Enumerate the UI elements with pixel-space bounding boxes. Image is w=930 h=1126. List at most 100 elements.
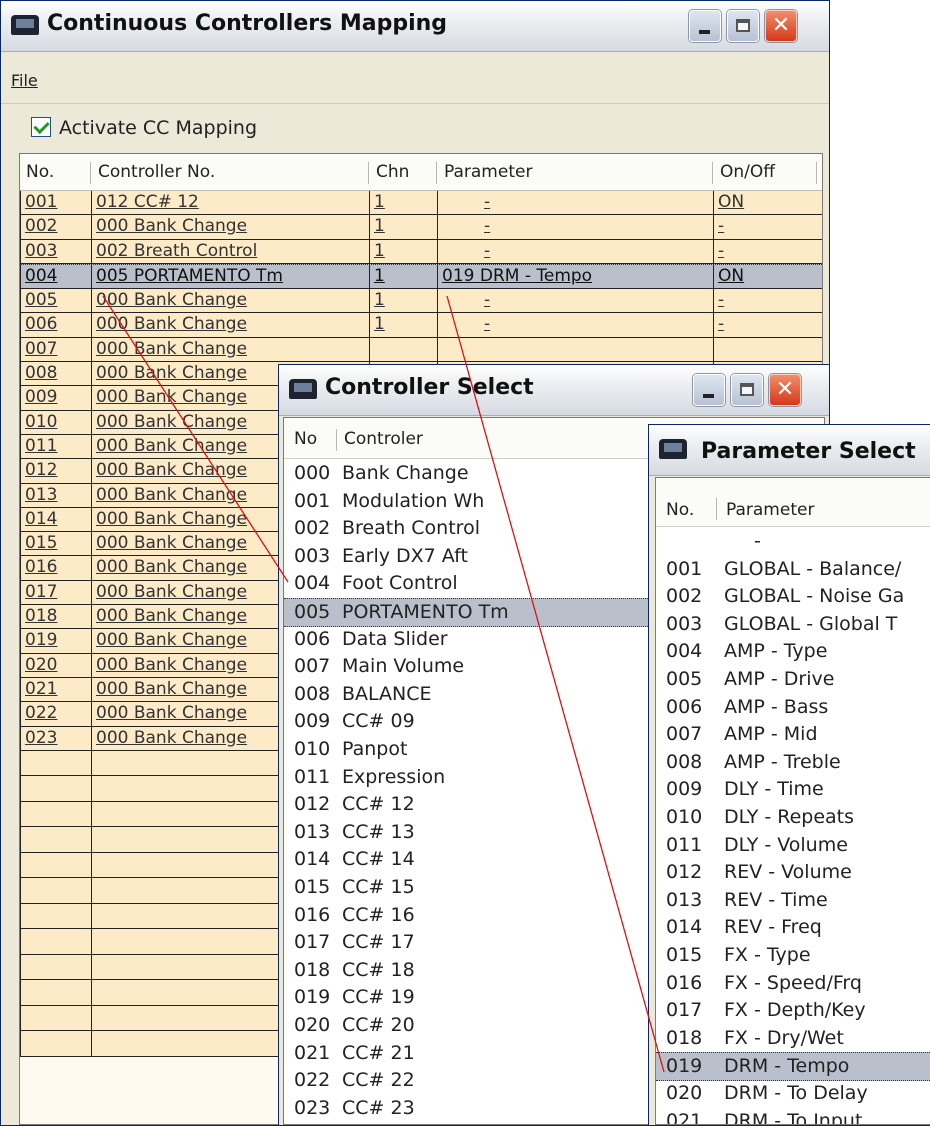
cell-no[interactable]: 020 (20, 653, 91, 677)
parameter-item[interactable]: 019 DRM - Tempo (656, 1052, 930, 1082)
parameter-item[interactable]: 003 GLOBAL - Global T (656, 611, 930, 638)
parameter-item[interactable]: 013 REV - Time (656, 887, 930, 914)
cell-no[interactable]: 005 (20, 289, 91, 313)
col-header-chn[interactable]: Chn (376, 162, 409, 182)
cell-no[interactable]: 011 (20, 434, 91, 459)
cc-mapping-titlebar[interactable]: Continuous Controllers Mapping ✕ (1, 1, 829, 52)
parameter-item[interactable]: 020 DRM - To Delay (656, 1080, 930, 1107)
parameter-item[interactable]: 011 DLY - Volume (656, 832, 930, 859)
cell-chn[interactable]: 1 (369, 264, 437, 289)
maximize-button[interactable] (731, 374, 763, 406)
parameter-item[interactable]: 014 REV - Freq (656, 914, 930, 941)
cell-no[interactable]: 007 (20, 337, 91, 362)
cell-no[interactable]: 017 (20, 580, 91, 605)
cell-chn[interactable]: 1 (369, 313, 437, 337)
parameter-item[interactable]: 016 FX - Speed/Frq (656, 970, 930, 997)
cell-parameter[interactable]: 019 DRM - Tempo (437, 264, 713, 289)
parameter-item[interactable]: - (656, 528, 930, 555)
cell-no[interactable]: 018 (20, 605, 91, 629)
parameter-item[interactable]: 015 FX - Type (656, 942, 930, 969)
col-header-no[interactable]: No. (26, 162, 54, 182)
cell-no[interactable]: 016 (20, 556, 91, 580)
table-row[interactable]: 004 005 PORTAMENTO Tm 1 019 DRM - Tempo ON (20, 263, 822, 290)
parameter-list[interactable]: No. Parameter - 001 GLOBAL - Balance/002 GL… (655, 477, 930, 1125)
cell-parameter[interactable]: - (437, 313, 713, 337)
cell-no[interactable]: 012 (20, 459, 91, 483)
cell-onoff[interactable]: - (713, 313, 817, 337)
parameter-item[interactable]: 006 AMP - Bass (656, 694, 930, 721)
minimize-button[interactable] (689, 10, 721, 42)
cell-chn[interactable]: 1 (369, 215, 437, 239)
cell-no[interactable]: 001 (20, 191, 91, 215)
cell-parameter[interactable]: - (437, 239, 713, 263)
col-header-controller[interactable]: Controller No. (98, 162, 215, 182)
close-button[interactable]: ✕ (765, 10, 797, 42)
cell-no[interactable]: 003 (20, 239, 91, 263)
table-row[interactable]: 003 002 Breath Control 1- - (20, 239, 822, 264)
parameter-item[interactable]: 010 DLY - Repeats (656, 804, 930, 831)
cell-controller[interactable]: 000 Bank Change (91, 289, 369, 313)
cell-parameter[interactable]: - (437, 289, 713, 313)
cell-controller[interactable]: 005 PORTAMENTO Tm (91, 264, 369, 289)
table-row[interactable]: 006 000 Bank Change 1- - (20, 313, 822, 338)
table-row[interactable]: 007 000 Bank Change (20, 337, 822, 363)
controller-select-titlebar[interactable]: Controller Select ✕ (279, 365, 829, 416)
cell-parameter[interactable]: - (437, 215, 713, 239)
cell-parameter[interactable] (437, 337, 713, 362)
cell-no[interactable]: 022 (20, 702, 91, 726)
cell-no[interactable]: 014 (20, 507, 91, 532)
parameter-item[interactable]: 018 FX - Dry/Wet (656, 1025, 930, 1052)
cell-no[interactable]: 015 (20, 532, 91, 556)
parameter-item[interactable]: 002 GLOBAL - Noise Ga (656, 583, 930, 610)
activate-cc-checkbox[interactable] (31, 117, 51, 137)
parameter-item[interactable]: 008 AMP - Treble (656, 749, 930, 776)
col-header-parameter[interactable]: Parameter (444, 162, 532, 182)
cell-controller[interactable]: 002 Breath Control (91, 239, 369, 263)
parameter-item[interactable]: 001 GLOBAL - Balance/ (656, 556, 930, 583)
table-row[interactable]: 002 000 Bank Change 1- - (20, 215, 822, 240)
cell-no[interactable]: 021 (20, 677, 91, 702)
cell-onoff[interactable] (713, 337, 817, 362)
table-row[interactable]: 005 000 Bank Change 1- - (20, 289, 822, 314)
cell-no[interactable]: 009 (20, 386, 91, 410)
activate-cc-label[interactable]: Activate CC Mapping (59, 117, 257, 139)
cell-no[interactable]: 010 (20, 410, 91, 434)
parameter-item[interactable]: 017 FX - Depth/Key (656, 997, 930, 1024)
cell-onoff[interactable]: ON (713, 191, 817, 215)
cell-no[interactable]: 002 (20, 215, 91, 239)
col-header-no[interactable]: No. (666, 500, 694, 520)
cell-no[interactable]: 008 (20, 362, 91, 386)
cell-onoff[interactable]: - (713, 289, 817, 313)
maximize-button[interactable] (727, 10, 759, 42)
parameter-item[interactable]: 012 REV - Volume (656, 859, 930, 886)
cell-no[interactable]: 013 (20, 483, 91, 507)
parameter-item[interactable]: 009 DLY - Time (656, 776, 930, 803)
parameter-select-titlebar[interactable]: Parameter Select (649, 425, 930, 476)
cell-onoff[interactable]: - (713, 239, 817, 263)
parameter-item[interactable]: 007 AMP - Mid (656, 721, 930, 748)
col-header-no[interactable]: No (294, 429, 317, 449)
cell-controller[interactable]: 000 Bank Change (91, 215, 369, 239)
parameter-item[interactable]: 021 DRM - To Input (656, 1108, 930, 1124)
col-header-controler[interactable]: Controler (344, 429, 423, 449)
cell-controller[interactable]: 000 Bank Change (91, 337, 369, 362)
cell-controller[interactable]: 000 Bank Change (91, 313, 369, 337)
cell-chn[interactable]: 1 (369, 239, 437, 263)
parameter-item[interactable]: 005 AMP - Drive (656, 666, 930, 693)
cell-parameter[interactable]: - (437, 191, 713, 215)
cell-chn[interactable]: 1 (369, 289, 437, 313)
cell-controller[interactable]: 012 CC# 12 (91, 191, 369, 215)
cell-onoff[interactable]: ON (713, 264, 817, 289)
cell-no[interactable]: 004 (20, 264, 91, 289)
cell-onoff[interactable]: - (713, 215, 817, 239)
cell-chn[interactable] (369, 337, 437, 362)
cell-no[interactable]: 023 (20, 726, 91, 750)
menu-file[interactable]: File (11, 71, 38, 90)
table-row[interactable]: 001 012 CC# 12 1- ON (20, 191, 822, 216)
parameter-item[interactable]: 004 AMP - Type (656, 638, 930, 665)
col-header-onoff[interactable]: On/Off (720, 162, 775, 182)
close-button[interactable]: ✕ (769, 374, 801, 406)
cell-no[interactable]: 019 (20, 629, 91, 653)
col-header-parameter[interactable]: Parameter (726, 500, 814, 520)
minimize-button[interactable] (693, 374, 725, 406)
